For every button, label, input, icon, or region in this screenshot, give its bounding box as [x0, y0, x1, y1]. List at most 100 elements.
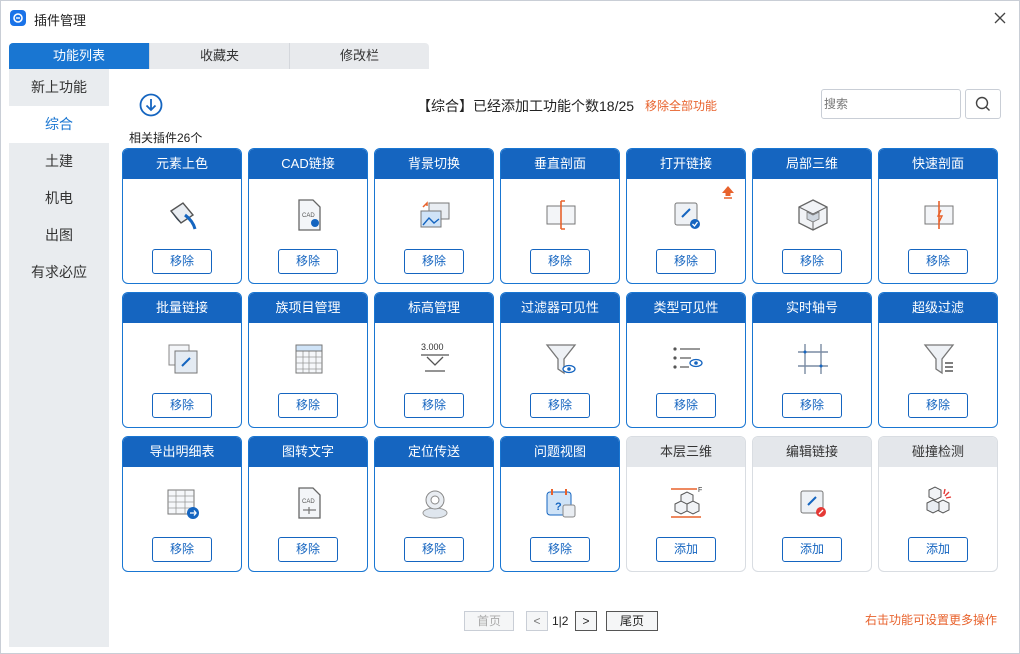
search-button[interactable] — [965, 89, 1001, 119]
plugin-card-title: 标高管理 — [375, 293, 493, 323]
plugin-card-title: 局部三维 — [753, 149, 871, 179]
remove-plugin-button[interactable]: 移除 — [404, 249, 464, 274]
svg-text:CAD: CAD — [302, 213, 315, 219]
add-plugin-button[interactable]: 添加 — [782, 537, 842, 562]
pager-first-button[interactable]: 首页 — [464, 611, 514, 631]
plugin-card[interactable]: 编辑链接 添加 — [752, 436, 872, 572]
cad-file-link-icon: CAD — [289, 195, 329, 235]
close-icon — [994, 12, 1006, 24]
plugin-card[interactable]: 垂直剖面 移除 — [500, 148, 620, 284]
svg-text:CAD: CAD — [302, 499, 315, 505]
pager-last-button[interactable]: 尾页 — [606, 611, 658, 631]
remove-plugin-button[interactable]: 移除 — [782, 249, 842, 274]
issue-calendar-icon: ? — [541, 483, 581, 523]
remove-plugin-button[interactable]: 移除 — [908, 249, 968, 274]
sidebar-item-drawing[interactable]: 出图 — [9, 217, 109, 254]
remove-plugin-button[interactable]: 移除 — [152, 537, 212, 562]
plugin-card[interactable]: 批量链接 移除 — [122, 292, 242, 428]
plugin-card-title: 定位传送 — [375, 437, 493, 467]
plugin-card-title: 碰撞检测 — [879, 437, 997, 467]
image-swap-icon — [415, 195, 455, 235]
plugin-card[interactable]: 超级过滤 移除 — [878, 292, 998, 428]
plugin-card[interactable]: 局部三维 移除 — [752, 148, 872, 284]
cad-to-text-icon: CAD — [289, 483, 329, 523]
download-icon[interactable] — [139, 93, 163, 117]
remove-plugin-button[interactable]: 移除 — [782, 393, 842, 418]
close-button[interactable] — [989, 7, 1011, 29]
plugin-card[interactable]: 碰撞检测 添加 — [878, 436, 998, 572]
plugin-card[interactable]: 元素上色 移除 — [122, 148, 242, 284]
axis-grid-icon — [793, 339, 833, 379]
remove-plugin-button[interactable]: 移除 — [152, 393, 212, 418]
svg-text:F: F — [698, 487, 702, 494]
plugin-card-title: 批量链接 — [123, 293, 241, 323]
tab-function-list[interactable]: 功能列表 — [9, 43, 149, 69]
sidebar-item-new[interactable]: 新上功能 — [9, 69, 109, 106]
plugin-card[interactable]: 标高管理 3.000 移除 — [374, 292, 494, 428]
remove-plugin-button[interactable]: 移除 — [656, 249, 716, 274]
plugin-card[interactable]: 背景切换 移除 — [374, 148, 494, 284]
main-panel: 【综合】已经添加工功能个数18/25 移除全部功能 相关插件26个 元素上色移除… — [109, 69, 1013, 647]
plugin-card[interactable]: 定位传送 移除 — [374, 436, 494, 572]
plugin-manager-window: 插件管理 功能列表 收藏夹 修改栏 新上功能 综合 土建 机电 出图 有求必应 … — [0, 0, 1020, 654]
plugin-card-title: 超级过滤 — [879, 293, 997, 323]
remove-plugin-button[interactable]: 移除 — [530, 537, 590, 562]
plugin-card-title: 实时轴号 — [753, 293, 871, 323]
remove-plugin-button[interactable]: 移除 — [530, 393, 590, 418]
tab-modify-bar[interactable]: 修改栏 — [289, 43, 429, 69]
right-click-hint: 右击功能可设置更多操作 — [865, 613, 998, 627]
family-grid-icon — [289, 339, 329, 379]
plugin-card[interactable]: 过滤器可见性 移除 — [500, 292, 620, 428]
add-plugin-button[interactable]: 添加 — [908, 537, 968, 562]
remove-plugin-button[interactable]: 移除 — [278, 393, 338, 418]
remove-all-link[interactable]: 移除全部功能 — [645, 97, 717, 114]
add-plugin-button[interactable]: 添加 — [656, 537, 716, 562]
paint-bucket-icon — [163, 195, 203, 235]
plugin-card-title: 类型可见性 — [627, 293, 745, 323]
elevation-mark-icon: 3.000 — [415, 339, 455, 379]
svg-text:?: ? — [555, 501, 562, 513]
plugin-card-title: 导出明细表 — [123, 437, 241, 467]
collision-check-icon — [919, 483, 959, 523]
plugin-card-title: 问题视图 — [501, 437, 619, 467]
remove-plugin-button[interactable]: 移除 — [908, 393, 968, 418]
filter-eye-icon — [541, 339, 581, 379]
sidebar-item-general[interactable]: 综合 — [9, 106, 109, 143]
plugin-card[interactable]: CAD链接 CAD 移除 — [248, 148, 368, 284]
app-logo-icon — [10, 10, 26, 26]
plugin-card-title: 打开链接 — [627, 149, 745, 179]
tab-favorites[interactable]: 收藏夹 — [149, 43, 289, 69]
plugin-card[interactable]: 类型可见性 移除 — [626, 292, 746, 428]
plugin-card[interactable]: 本层三维 F 添加 — [626, 436, 746, 572]
plugin-card-title: 过滤器可见性 — [501, 293, 619, 323]
pager-next-button[interactable]: > — [575, 611, 597, 631]
sidebar-item-civil[interactable]: 土建 — [9, 143, 109, 180]
remove-plugin-button[interactable]: 移除 — [404, 537, 464, 562]
plugin-card[interactable]: 快速剖面 移除 — [878, 148, 998, 284]
plugin-count-label: 相关插件26个 — [129, 131, 203, 145]
remove-plugin-button[interactable]: 移除 — [152, 249, 212, 274]
list-eye-icon — [667, 339, 707, 379]
plugin-card[interactable]: 导出明细表 移除 — [122, 436, 242, 572]
window-title: 插件管理 — [34, 13, 87, 28]
plugin-card[interactable]: 问题视图? 移除 — [500, 436, 620, 572]
pager-prev-button[interactable]: < — [526, 611, 548, 631]
sidebar-item-mep[interactable]: 机电 — [9, 180, 109, 217]
open-link-icon — [667, 195, 707, 235]
floor-3d-icon: F — [667, 483, 707, 523]
plugin-card[interactable]: 族项目管理 移除 — [248, 292, 368, 428]
local-3d-box-icon — [793, 195, 833, 235]
category-sidebar: 新上功能 综合 土建 机电 出图 有求必应 — [9, 69, 109, 647]
batch-link-icon — [163, 339, 203, 379]
remove-plugin-button[interactable]: 移除 — [656, 393, 716, 418]
plugin-card[interactable]: 图转文字 CAD 移除 — [248, 436, 368, 572]
sidebar-item-requests[interactable]: 有求必应 — [9, 254, 109, 291]
search-input[interactable] — [821, 89, 961, 119]
remove-plugin-button[interactable]: 移除 — [278, 249, 338, 274]
remove-plugin-button[interactable]: 移除 — [404, 393, 464, 418]
plugin-card-title: 图转文字 — [249, 437, 367, 467]
remove-plugin-button[interactable]: 移除 — [278, 537, 338, 562]
plugin-card[interactable]: 打开链接 移除 — [626, 148, 746, 284]
plugin-card[interactable]: 实时轴号 移除 — [752, 292, 872, 428]
remove-plugin-button[interactable]: 移除 — [530, 249, 590, 274]
